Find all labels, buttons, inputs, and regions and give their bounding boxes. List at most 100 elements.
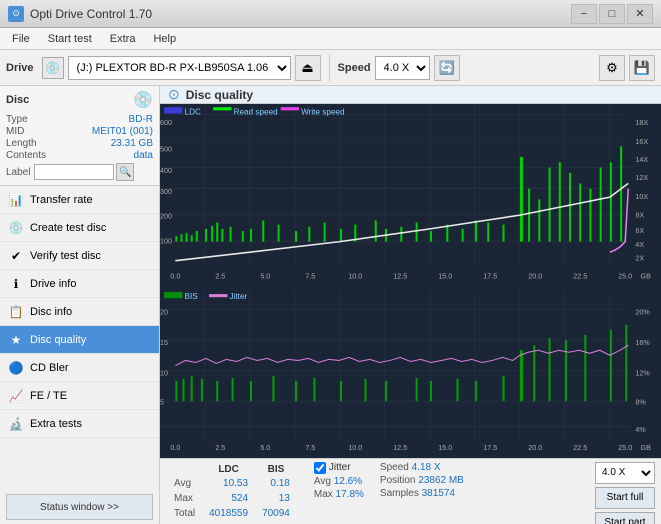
start-part-button[interactable]: Start part [595,512,655,524]
refresh-button[interactable]: 🔄 [434,55,460,81]
main-layout: Disc 💿 Type BD-R MID MEIT01 (001) Length… [0,86,661,524]
svg-text:GB: GB [641,444,652,452]
svg-text:500: 500 [160,145,172,154]
status-window-button[interactable]: Status window >> [6,494,153,520]
eject-button[interactable]: ⏏ [295,55,321,81]
svg-text:25.0: 25.0 [618,272,632,281]
svg-text:600: 600 [160,118,172,127]
jitter-checkbox[interactable] [314,462,326,474]
stats-avg-row: Avg 10.53 0.18 [168,477,296,490]
nav-drive-info[interactable]: ℹ Drive info [0,270,159,298]
svg-text:5: 5 [160,399,164,407]
nav-disc-info[interactable]: 📋 Disc info [0,298,159,326]
verify-test-disc-icon: ✔ [8,248,24,264]
svg-text:12.5: 12.5 [393,272,407,281]
svg-text:25.0: 25.0 [618,444,632,452]
drive-icon: 💿 [42,57,64,79]
jitter-checkbox-row: Jitter [314,462,364,474]
jitter-section: Jitter Avg 12.6% Max 17.8% [314,462,364,500]
nav-cd-bler[interactable]: 🔵 CD Bler [0,354,159,382]
nav-items: 📊 Transfer rate 💿 Create test disc ✔ Ver… [0,186,159,490]
max-ldc: 524 [203,492,254,505]
svg-text:100: 100 [160,237,172,246]
settings-button[interactable]: ⚙ [599,55,625,81]
jitter-label: Jitter [329,462,351,473]
disc-panel: Disc 💿 Type BD-R MID MEIT01 (001) Length… [0,86,159,186]
svg-text:400: 400 [160,166,172,175]
disc-contents-value: data [134,150,153,161]
sidebar: Disc 💿 Type BD-R MID MEIT01 (001) Length… [0,86,160,524]
col-bis-header: BIS [256,464,296,475]
svg-text:16%: 16% [635,339,650,347]
disc-label-text: Label [6,167,30,178]
content-title: Disc quality [186,88,253,102]
nav-extra-tests-label: Extra tests [30,418,82,430]
svg-text:15.0: 15.0 [438,444,452,452]
content-header: ⊙ Disc quality [160,86,661,104]
cd-bler-icon: 🔵 [8,360,24,376]
svg-text:20: 20 [160,309,168,317]
transfer-rate-icon: 📊 [8,192,24,208]
save-button[interactable]: 💾 [629,55,655,81]
nav-fe-te[interactable]: 📈 FE / TE [0,382,159,410]
svg-text:300: 300 [160,187,172,196]
nav-create-test-disc[interactable]: 💿 Create test disc [0,214,159,242]
nav-verify-test-disc[interactable]: ✔ Verify test disc [0,242,159,270]
speed-position-section: Speed 4.18 X Position 23862 MB Samples 3… [380,462,464,499]
svg-text:17.5: 17.5 [483,444,497,452]
svg-text:12%: 12% [635,370,650,378]
start-full-button[interactable]: Start full [595,487,655,509]
disc-contents-label: Contents [6,150,46,161]
toolbar: Drive 💿 (J:) PLEXTOR BD-R PX-LB950SA 1.0… [0,50,661,86]
content-area: ⊙ Disc quality [160,86,661,524]
svg-text:5.0: 5.0 [260,272,270,281]
disc-header-title: Disc [6,94,29,106]
nav-fe-te-label: FE / TE [30,390,67,402]
svg-text:22.5: 22.5 [573,444,587,452]
menu-file[interactable]: File [4,31,38,47]
svg-text:22.5: 22.5 [573,272,587,281]
svg-text:16X: 16X [635,137,648,146]
nav-drive-info-label: Drive info [30,278,76,290]
drive-label: Drive [6,62,34,74]
maximize-button[interactable]: □ [599,4,625,24]
nav-verify-test-disc-label: Verify test disc [30,250,101,262]
menu-extra[interactable]: Extra [102,31,144,47]
svg-text:12.5: 12.5 [393,444,407,452]
toolbar-separator [329,54,330,82]
drive-select[interactable]: (J:) PLEXTOR BD-R PX-LB950SA 1.06 [68,56,291,80]
menu-start-test[interactable]: Start test [40,31,100,47]
svg-text:20.0: 20.0 [528,272,542,281]
minimize-button[interactable]: − [571,4,597,24]
svg-text:200: 200 [160,211,172,220]
nav-transfer-rate[interactable]: 📊 Transfer rate [0,186,159,214]
svg-text:17.5: 17.5 [483,272,497,281]
window-controls: − □ ✕ [571,4,653,24]
total-ldc: 4018559 [203,507,254,520]
nav-disc-quality[interactable]: ★ Disc quality [0,326,159,354]
svg-text:7.5: 7.5 [305,444,315,452]
upper-chart-svg: LDC Read speed Write speed 600 500 400 3… [160,104,661,289]
start-speed-dropdown[interactable]: 4.0 X [595,462,655,484]
max-bis: 13 [256,492,296,505]
titlebar-left: ⊙ Opti Drive Control 1.70 [8,6,152,22]
svg-text:8%: 8% [635,399,646,407]
disc-label-button[interactable]: 🔍 [116,163,134,181]
position-row: Position 23862 MB [380,475,464,486]
disc-mid-value: MEIT01 (001) [92,126,153,137]
close-button[interactable]: ✕ [627,4,653,24]
nav-disc-quality-label: Disc quality [30,334,86,346]
speed-value: 4.18 X [412,462,441,473]
disc-label-input[interactable] [34,164,114,180]
svg-text:14X: 14X [635,155,648,164]
drive-info-icon: ℹ [8,276,24,292]
status-window-label: Status window >> [40,502,119,513]
disc-quality-header-icon: ⊙ [168,86,180,103]
menu-help[interactable]: Help [145,31,184,47]
disc-length-row: Length 23.31 GB [6,138,153,149]
speed-select[interactable]: 4.0 X [375,56,430,80]
svg-text:12X: 12X [635,173,648,182]
nav-extra-tests[interactable]: 🔬 Extra tests [0,410,159,438]
svg-text:2X: 2X [635,254,644,263]
create-test-disc-icon: 💿 [8,220,24,236]
